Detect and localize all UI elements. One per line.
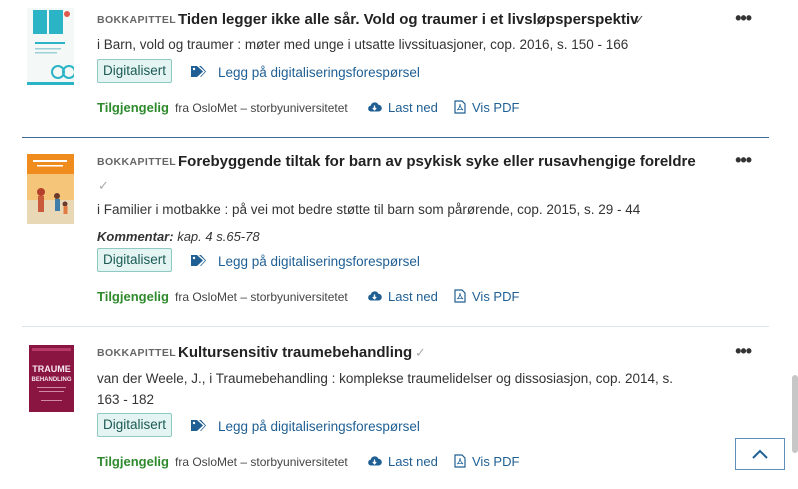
digitized-badge: Digitalisert [97,413,173,437]
availability-status: Tilgjengelig fra OsloMet – storbyuniversi… [97,100,348,115]
available-label: Tilgjengelig [97,100,169,115]
digitized-badge: Digitalisert [97,59,173,83]
download-label: Last ned [388,454,438,469]
available-label: Tilgjengelig [97,454,169,469]
location-label: fra OsloMet – storbyuniversitetet [175,290,348,304]
tag-icon [190,419,206,435]
cloud-download-icon [368,291,382,301]
pdf-label: Vis PDF [472,289,520,304]
pdf-label: Vis PDF [472,100,520,115]
more-icon[interactable]: ••• [735,341,752,362]
tag-icon [190,65,206,81]
digitization-request-link[interactable]: Legg på digitaliseringsforespørsel [190,254,420,270]
record-title[interactable]: Kultursensitiv traumebehandling [178,344,412,361]
location-label: fra OsloMet – storbyuniversitetet [175,101,348,115]
cloud-download-icon [368,456,382,466]
view-pdf-link[interactable]: Vis PDF [454,454,519,469]
request-label: Legg på digitaliseringsforespørsel [218,254,420,269]
pdf-icon [454,289,466,303]
download-link[interactable]: Last ned [367,100,438,115]
svg-text:BEHANDLING: BEHANDLING [32,377,72,383]
record-type-label: BOKKAPITTEL [97,14,177,26]
record-title[interactable]: Tiden legger ikke alle sår. Vold og trau… [178,11,638,28]
more-icon[interactable]: ••• [735,8,752,29]
download-link[interactable]: Last ned [367,289,438,304]
availability-status: Tilgjengelig fra OsloMet – storbyuniversi… [97,289,348,304]
available-label: Tilgjengelig [97,289,169,304]
tag-icon [190,254,206,270]
location-label: fra OsloMet – storbyuniversitetet [175,455,348,469]
request-label: Legg på digitaliseringsforespørsel [218,419,420,434]
view-pdf-link[interactable]: Vis PDF [454,100,519,115]
book-cover-3[interactable]: TRAUME BEHANDLING [29,345,74,412]
book-cover-2[interactable] [27,154,74,224]
download-link[interactable]: Last ned [367,454,438,469]
check-icon[interactable]: ✓ [98,178,109,194]
digitization-request-link[interactable]: Legg på digitaliseringsforespørsel [190,419,420,435]
view-pdf-link[interactable]: Vis PDF [454,289,519,304]
record-title[interactable]: Forebyggende tiltak for barn av psykisk … [178,153,696,170]
pdf-icon [454,100,466,114]
record-comment: Kommentar: kap. 4 s.65-78 [97,229,260,244]
result-row-2[interactable]: BOKKAPITTEL Forebyggende tiltak for barn… [22,138,769,326]
availability-status: Tilgjengelig fra OsloMet – storbyuniversi… [97,454,348,469]
comment-label: Kommentar: [97,229,174,244]
book-cover-1[interactable] [27,8,74,85]
request-label: Legg på digitaliseringsforespørsel [218,65,420,80]
download-label: Last ned [388,289,438,304]
pdf-icon [454,454,466,468]
check-icon[interactable]: ✓ [415,345,426,361]
pdf-label: Vis PDF [472,454,520,469]
download-label: Last ned [388,100,438,115]
check-icon[interactable]: ✓ [634,12,645,28]
record-source: i Barn, vold og traumer : møter med unge… [97,37,629,52]
result-row-1[interactable]: BOKKAPITTEL Tiden legger ikke alle sår. … [22,0,769,138]
record-source: i Familier i motbakke : på vei mot bedre… [97,202,641,217]
more-icon[interactable]: ••• [735,150,752,171]
chevron-up-icon [752,449,768,459]
record-type-label: BOKKAPITTEL [97,156,177,168]
record-type-label: BOKKAPITTEL [97,347,177,359]
comment-text: kap. 4 s.65-78 [177,229,260,244]
result-row-3[interactable]: TRAUME BEHANDLING BOKKAPITTEL Kultursens… [22,326,769,489]
digitized-badge: Digitalisert [97,248,173,272]
cover-title: TRAUME [32,364,71,374]
record-source: van der Weele, J., i Traumebehandling : … [97,371,674,407]
digitization-request-link[interactable]: Legg på digitaliseringsforespørsel [190,65,420,81]
back-to-top-button[interactable] [735,438,785,470]
scrollbar[interactable] [792,375,798,453]
cloud-download-icon [368,102,382,112]
